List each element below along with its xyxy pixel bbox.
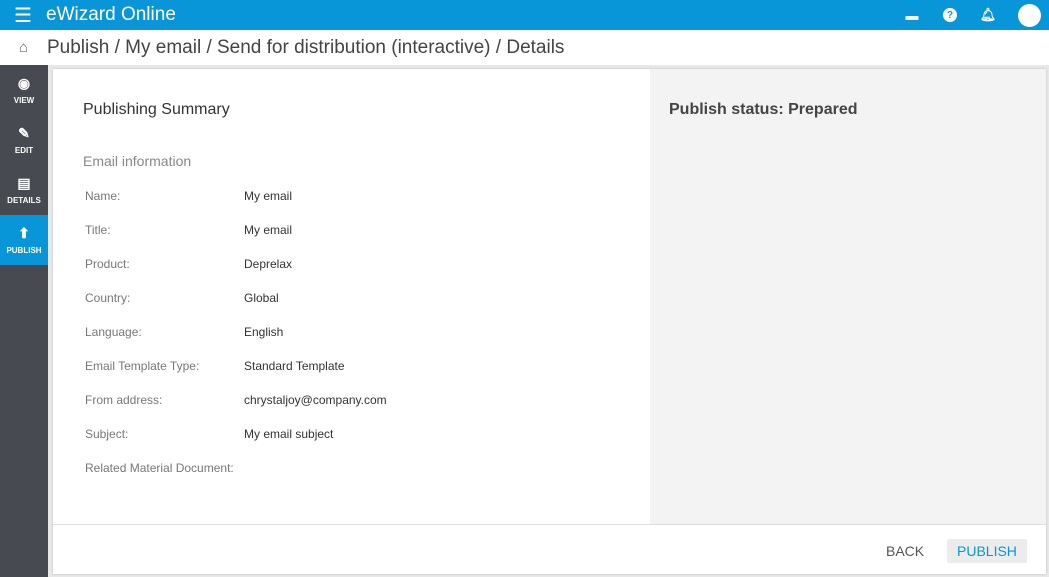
row-label: Language: (85, 325, 142, 339)
info-row: Title: My email (85, 223, 292, 237)
eye-icon: ◉ (17, 75, 31, 91)
row-value: My email (244, 223, 293, 237)
app-title: eWizard Online (46, 4, 176, 25)
row-label: Product: (85, 257, 130, 271)
info-row: Related Material Document: (85, 461, 244, 475)
row-value: My email (244, 189, 293, 203)
row-label: Name: (85, 189, 121, 203)
row-value: Global (244, 291, 279, 305)
sidebar-label: DETAILS (7, 196, 41, 205)
pencil-icon: ✎ (18, 125, 30, 141)
info-row: Name: My email (85, 189, 292, 203)
summary-title: Publishing Summary (83, 101, 230, 118)
row-label: Title: (85, 223, 111, 237)
bell-icon[interactable]: 🔔︎ (979, 6, 997, 24)
publish-status: Publish status: Prepared (669, 101, 858, 118)
row-label: Related Material Document: (85, 461, 234, 475)
home-icon[interactable]: ⌂ (0, 39, 47, 56)
publish-button[interactable]: PUBLISH (947, 539, 1027, 563)
row-label: Email Template Type: (85, 359, 200, 373)
account-icon[interactable] (1017, 3, 1041, 27)
row-value: chrystaljoy@company.com (244, 393, 387, 407)
row-value: Standard Template (244, 359, 345, 373)
info-row: Language: English (85, 325, 283, 339)
info-row: Subject: My email subject (85, 427, 333, 441)
status-panel: Publish status: Prepared (650, 69, 1046, 524)
sidebar-item-publish[interactable]: ⬆ PUBLISH (0, 215, 48, 265)
info-row: From address: chrystaljoy@company.com (85, 393, 387, 407)
row-label: From address: (85, 393, 163, 407)
sidebar-label: PUBLISH (6, 246, 42, 255)
info-row: Country: Global (85, 291, 279, 305)
sidebar-label: EDIT (14, 146, 34, 155)
help-icon[interactable]: ? (941, 6, 959, 24)
clipboard-icon: ▤ (17, 175, 31, 191)
sidebar-item-details[interactable]: ▤ DETAILS (0, 165, 48, 215)
info-row: Email Template Type: Standard Template (85, 359, 345, 373)
publish-icon: ⬆ (18, 225, 30, 241)
breadcrumb: Publish / My email / Send for distributi… (47, 36, 565, 58)
sidebar-item-view[interactable]: ◉ VIEW (0, 65, 48, 115)
row-label: Country: (85, 291, 131, 305)
row-label: Subject: (85, 427, 129, 441)
details-card: Publishing Summary Email information Nam… (53, 69, 1046, 574)
row-value: My email subject (244, 427, 334, 441)
sidebar: ◉ VIEW ✎ EDIT ▤ DETAILS ⬆ PUBLISH (0, 65, 48, 577)
info-row: Product: Deprelax (85, 257, 292, 271)
top-bar: ☰ eWizard Online ▬ ? 🔔︎ (0, 0, 1049, 30)
footer: BACK PUBLISH (53, 524, 1046, 574)
row-value: Deprelax (244, 257, 293, 271)
row-value: English (244, 325, 284, 339)
menu-icon[interactable]: ☰ (0, 3, 46, 28)
back-button[interactable]: BACK (876, 539, 934, 563)
chat-icon[interactable]: ▬ (903, 6, 921, 24)
sidebar-label: VIEW (13, 96, 35, 105)
section-title: Email information (83, 153, 192, 169)
sidebar-item-edit[interactable]: ✎ EDIT (0, 115, 48, 165)
